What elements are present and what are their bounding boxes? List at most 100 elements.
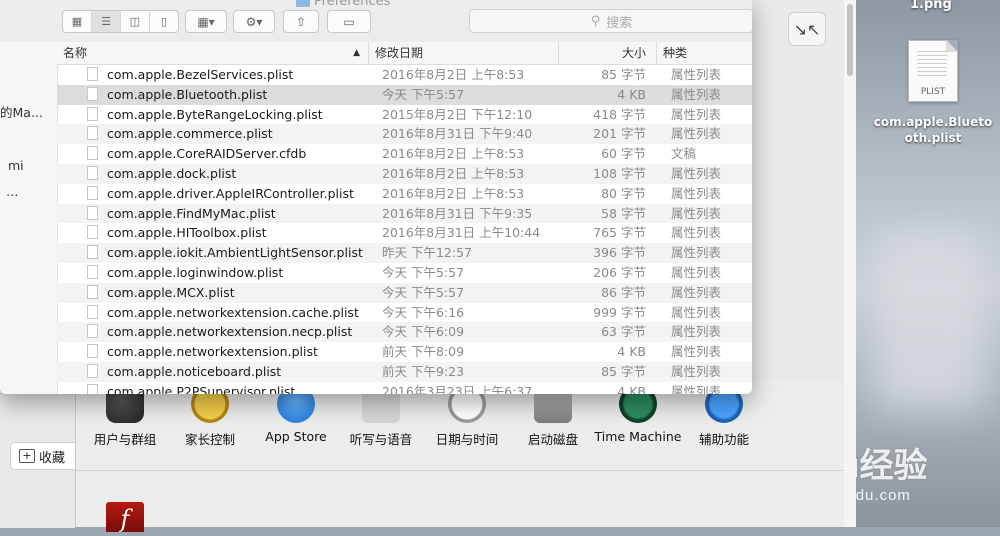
view-mode-segment: ▦ ☰ ◫ ▯	[62, 10, 179, 33]
file-date: 前天 下午9:23	[382, 363, 465, 379]
icon-view-button[interactable]: ▦	[63, 11, 92, 32]
favorites-button[interactable]: + 收藏	[10, 442, 78, 470]
file-kind: 属性列表	[671, 225, 722, 241]
file-name: com.apple.dock.plist	[107, 165, 237, 181]
file-row[interactable]: com.apple.iokit.AmbientLightSensor.plist…	[57, 243, 752, 263]
sort-ascending-icon: ▲	[353, 48, 360, 58]
flash-player-icon[interactable]: f	[106, 502, 144, 533]
file-list: com.apple.BezelServices.plist 2016年8月2日 上…	[57, 65, 752, 394]
sidebar-fragment-1[interactable]: 的Ma...	[0, 102, 43, 121]
window-title: Preferences	[296, 0, 390, 9]
document-icon	[87, 86, 98, 101]
file-row[interactable]: com.apple.HIToolbox.plist 2016年8月31日 上午10…	[57, 223, 752, 243]
file-size: 4 KB	[617, 344, 646, 360]
search-field[interactable]: ⚲ 搜索	[469, 9, 752, 33]
file-name: com.apple.networkextension.necp.plist	[107, 324, 353, 340]
file-row[interactable]: com.apple.dock.plist 2016年8月2日 上午8:53 108 …	[57, 163, 752, 184]
file-row[interactable]: com.apple.noticeboard.plist 前天 下午9:23 85 字…	[57, 361, 752, 382]
add-favorite-icon: +	[19, 449, 35, 463]
file-row[interactable]: com.apple.BezelServices.plist 2016年8月2日 上…	[57, 65, 752, 85]
finder-toolbar: Preferences ▦ ☰ ◫ ▯ ▦▾ ⚙▾ ⇧ ▭ ⚲ 搜索	[0, 0, 752, 43]
document-icon	[87, 284, 98, 299]
file-size: 206 字节	[593, 264, 646, 280]
column-view-button[interactable]: ◫	[121, 11, 150, 32]
file-kind: 文稿	[671, 146, 697, 162]
file-kind: 属性列表	[671, 284, 722, 300]
document-icon	[87, 225, 98, 240]
plist-file-icon: PLIST	[908, 40, 958, 102]
column-header-date[interactable]: 修改日期	[369, 42, 559, 64]
file-row[interactable]: com.apple.ByteRangeLocking.plist 2015年8月2…	[57, 105, 752, 125]
file-row[interactable]: com.apple.FindMyMac.plist 2016年8月31日 下午9:…	[57, 203, 752, 224]
document-icon	[87, 205, 98, 220]
file-row[interactable]: com.apple.CoreRAIDServer.cfdb 2016年8月2日 上…	[57, 144, 752, 164]
document-icon	[87, 165, 98, 180]
sidebar-fragment-2[interactable]: mi	[8, 158, 24, 173]
list-view-button[interactable]: ☰	[92, 11, 121, 32]
desktop-file-bluetooth-plist[interactable]: PLIST com.apple.Bluetooth.plist	[866, 40, 1000, 146]
file-name: com.apple.CoreRAIDServer.cfdb	[107, 146, 307, 162]
file-row[interactable]: com.apple.P2PSupervisor.plist 2016年3月23日 …	[57, 382, 752, 394]
file-kind: 属性列表	[671, 245, 722, 261]
exit-fullscreen-icon[interactable]: ↘↖	[788, 12, 826, 46]
file-kind: 属性列表	[671, 304, 722, 320]
file-row[interactable]: com.apple.loginwindow.plist 今天 下午5:57 206 …	[57, 263, 752, 283]
cover-flow-button[interactable]: ▯	[150, 11, 178, 32]
file-row[interactable]: com.apple.networkextension.cache.plist 今天…	[57, 303, 752, 323]
favorites-label: 收藏	[39, 450, 66, 466]
file-row[interactable]: com.apple.commerce.plist 2016年8月31日 下午9:4…	[57, 124, 752, 145]
file-row[interactable]: com.apple.driver.AppleIRController.plist…	[57, 184, 752, 204]
file-name: com.apple.noticeboard.plist	[107, 363, 282, 379]
desktop-file-label-top[interactable]: 1.png	[910, 0, 952, 12]
file-size: 58 字节	[601, 205, 646, 221]
file-kind: 属性列表	[671, 383, 722, 394]
file-kind: 属性列表	[671, 344, 722, 360]
file-kind: 属性列表	[671, 126, 722, 142]
file-name: com.apple.iokit.AmbientLightSensor.plist	[107, 245, 363, 261]
file-size: 201 字节	[593, 126, 646, 142]
file-name: com.apple.loginwindow.plist	[107, 264, 284, 280]
file-kind: 属性列表	[671, 67, 722, 82]
file-size: 4 KB	[617, 86, 646, 102]
file-name: com.apple.networkextension.cache.plist	[107, 304, 359, 320]
document-icon	[87, 67, 98, 81]
file-kind: 属性列表	[671, 86, 722, 102]
file-size: 85 字节	[601, 363, 646, 379]
file-date: 今天 下午5:57	[382, 264, 465, 280]
arrange-button[interactable]: ▦▾	[185, 10, 227, 33]
file-date: 2016年8月31日 下午9:40	[382, 126, 533, 142]
column-header-kind[interactable]: 种类	[657, 42, 752, 64]
file-size: 765 字节	[593, 225, 646, 241]
file-row[interactable]: com.apple.Bluetooth.plist 今天 下午5:57 4 KB 属性…	[57, 84, 752, 105]
file-name: com.apple.MCX.plist	[107, 284, 235, 300]
share-button[interactable]: ⇧	[283, 10, 319, 33]
file-size: 108 字节	[593, 165, 646, 181]
file-size: 86 字节	[601, 284, 646, 300]
document-icon	[87, 324, 98, 339]
file-size: 63 字节	[601, 324, 646, 340]
document-icon	[87, 383, 98, 394]
file-row[interactable]: com.apple.networkextension.necp.plist 今天 …	[57, 322, 752, 343]
column-header-name[interactable]: 名称 ▲	[57, 42, 369, 64]
column-header-size[interactable]: 大小	[559, 42, 657, 64]
document-icon	[87, 264, 98, 279]
finder-window: Preferences ▦ ☰ ◫ ▯ ▦▾ ⚙▾ ⇧ ▭ ⚲ 搜索 的Ma..…	[0, 0, 752, 394]
document-icon	[87, 245, 98, 260]
action-gear-button[interactable]: ⚙▾	[233, 10, 275, 33]
file-row[interactable]: com.apple.MCX.plist 今天 下午5:57 86 字节 属性列表	[57, 282, 752, 303]
tags-button[interactable]: ▭	[327, 10, 371, 33]
file-size: 4 KB	[617, 383, 646, 394]
background-window-scrollbar[interactable]	[843, 0, 856, 527]
document-icon	[87, 146, 98, 161]
file-date: 今天 下午6:16	[382, 304, 465, 320]
file-row[interactable]: com.apple.networkextension.plist 前天 下午8:0…	[57, 342, 752, 362]
file-kind: 属性列表	[671, 363, 722, 379]
document-icon	[87, 106, 98, 121]
finder-sidebar: 的Ma... mi …	[0, 42, 58, 394]
list-header: 名称 ▲ 修改日期 大小 种类	[57, 42, 752, 65]
file-name: com.apple.networkextension.plist	[107, 344, 318, 360]
sidebar-fragment-3[interactable]: …	[6, 184, 19, 199]
file-date: 2016年3月23日 上午6:37	[382, 383, 533, 394]
file-size: 80 字节	[601, 185, 646, 201]
file-date: 昨天 下午12:57	[382, 245, 472, 261]
